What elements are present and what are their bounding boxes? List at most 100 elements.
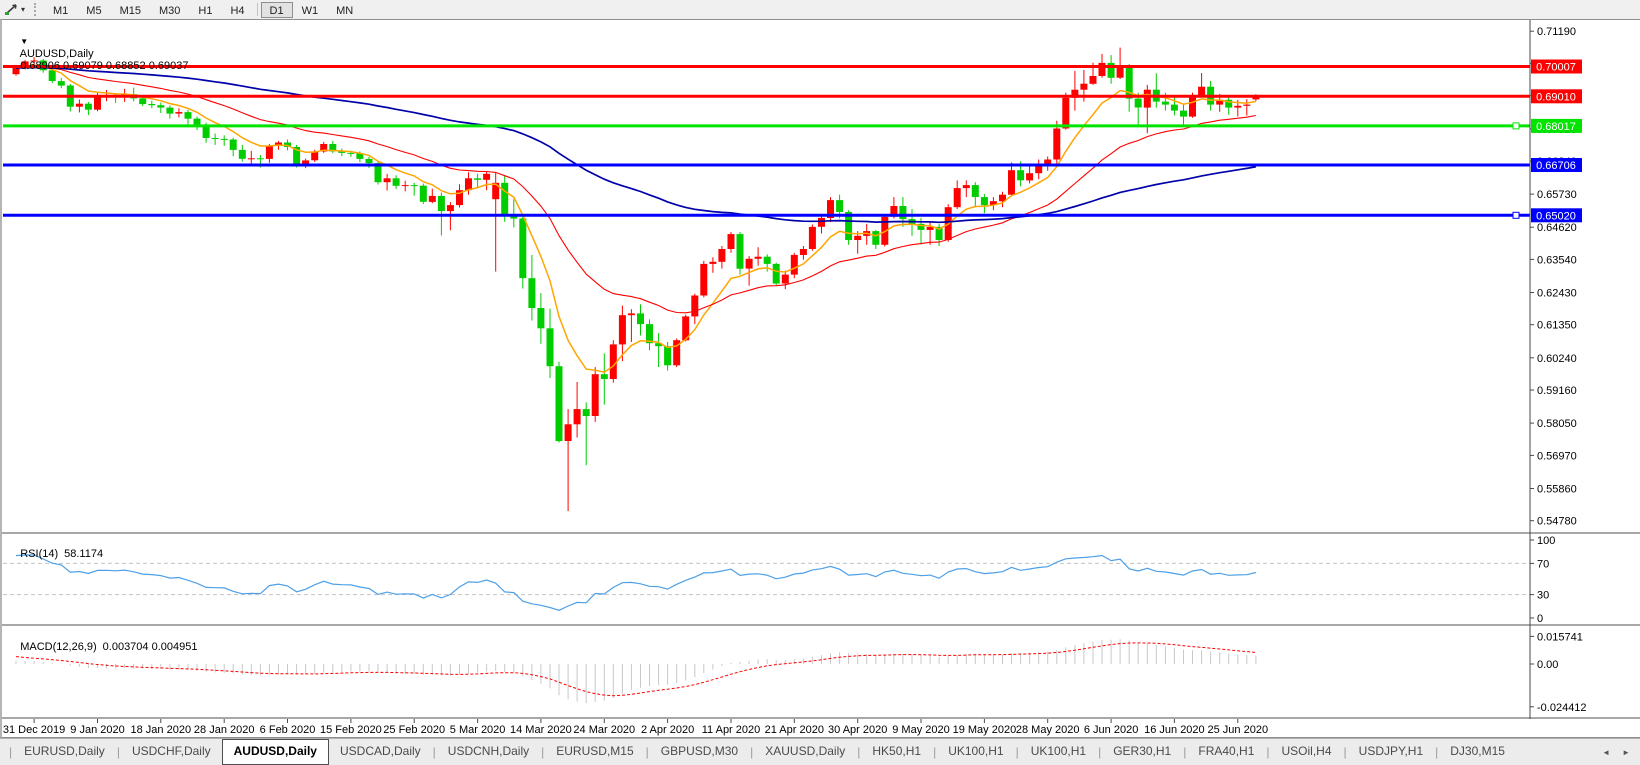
candle-body xyxy=(1062,97,1070,129)
price-axis[interactable]: 0.711900.701100.690300.679200.668400.657… xyxy=(1529,20,1587,719)
candle-body xyxy=(1008,170,1015,195)
chart-tab-USDCHF-Daily[interactable]: USDCHF,Daily xyxy=(121,739,222,765)
price-tick-label: 0.65730 xyxy=(1537,189,1577,201)
line-selection-handle[interactable] xyxy=(1512,211,1520,219)
candle-body xyxy=(953,188,961,208)
timeframe-button-D1[interactable]: D1 xyxy=(260,1,293,18)
chart-tab-GBPUSD-M30[interactable]: GBPUSD,M30 xyxy=(650,739,749,765)
tab-scroll-left-icon[interactable]: ◄ xyxy=(1602,748,1610,757)
candle-body xyxy=(211,138,219,139)
candle-body xyxy=(365,158,373,164)
rsi-tick-label: 0 xyxy=(1537,613,1543,625)
toolbar-grip[interactable] xyxy=(34,3,38,16)
date-label: 9 Jan 2020 xyxy=(70,724,124,736)
chart-tab-UK100-H1[interactable]: UK100,H1 xyxy=(1020,739,1097,765)
candle-body xyxy=(763,256,771,264)
one-click-trading-toggle[interactable]: ▼ xyxy=(20,37,28,46)
timeframe-button-M1[interactable]: M1 xyxy=(44,2,77,18)
candle-body xyxy=(727,234,735,249)
candle-body xyxy=(709,261,717,264)
candle-body xyxy=(1161,101,1169,105)
chart-tab-DJ30-M15[interactable]: DJ30,M15 xyxy=(1439,739,1516,765)
chevron-down-icon[interactable]: ▾ xyxy=(20,5,29,14)
candle-body xyxy=(1170,104,1178,111)
timeframe-button-W1[interactable]: W1 xyxy=(293,2,328,18)
macd-tick-label: 0.015741 xyxy=(1537,631,1583,643)
candle-body xyxy=(12,67,20,75)
time-axis[interactable]: 31 Dec 2019 9 Jan 2020 18 Jan 2020 28 Jan 2… xyxy=(3,719,1268,736)
candle-body xyxy=(627,313,635,316)
candle-body xyxy=(962,185,970,189)
candle-body xyxy=(175,112,183,114)
price-line-badge-label: 0.68017 xyxy=(1536,121,1576,133)
candle-body xyxy=(899,206,907,220)
chart-tab-USOil-H4[interactable]: USOil,H4 xyxy=(1271,739,1343,765)
price-line-badge-label: 0.65020 xyxy=(1536,210,1576,222)
chart-tab-EURUSD-Daily[interactable]: EURUSD,Daily xyxy=(13,739,116,765)
candle-body xyxy=(446,205,454,212)
date-label: 5 Mar 2020 xyxy=(450,724,506,736)
timeframe-button-M30[interactable]: M30 xyxy=(150,2,189,18)
chart-tab-EURUSD-M15[interactable]: EURUSD,M15 xyxy=(545,739,644,765)
candle-body xyxy=(1134,98,1142,108)
candle-body xyxy=(474,178,482,180)
candle-body xyxy=(546,328,554,367)
candle-body xyxy=(347,152,355,154)
candle-body xyxy=(637,313,644,325)
macd-tick-label: -0.024412 xyxy=(1537,702,1587,714)
chart-tab-FRA40-H1[interactable]: FRA40,H1 xyxy=(1187,739,1265,765)
chart-tab-GER30-H1[interactable]: GER30,H1 xyxy=(1102,739,1182,765)
candlesticks xyxy=(12,47,1260,512)
panel-separator[interactable] xyxy=(2,624,1640,626)
price-tick-label: 0.54780 xyxy=(1537,516,1577,528)
panel-separator[interactable] xyxy=(2,717,1640,719)
chart-tabbar: | EURUSD,Daily | USDCHF,Daily AUDUSD,Daily US… xyxy=(0,738,1640,765)
date-label: 11 Apr 2020 xyxy=(702,724,761,736)
candle-body xyxy=(1098,62,1106,76)
candle-body xyxy=(609,344,617,379)
tab-scroll-right-icon[interactable]: ► xyxy=(1622,748,1630,757)
candle-body xyxy=(618,315,626,345)
candle-body xyxy=(799,249,807,255)
date-label: 28 May 2020 xyxy=(1016,724,1080,736)
price-line-badge-label: 0.69010 xyxy=(1536,91,1576,103)
candle-body xyxy=(437,195,445,212)
chart-tab-UK100-H1[interactable]: UK100,H1 xyxy=(937,739,1014,765)
cursor-tool-icon[interactable] xyxy=(3,2,20,17)
candle-body xyxy=(555,366,563,442)
panel-separator[interactable] xyxy=(2,532,1640,534)
date-label: 30 Apr 2020 xyxy=(828,724,887,736)
candle-body xyxy=(1198,86,1206,96)
candle-body xyxy=(591,374,599,416)
candle-body xyxy=(401,185,409,187)
candle-body xyxy=(220,138,228,140)
timeframe-button-M5[interactable]: M5 xyxy=(77,2,110,18)
chart-tab-AUDUSD-Daily[interactable]: AUDUSD,Daily xyxy=(221,739,329,765)
candle-body xyxy=(419,185,427,202)
timeframe-button-MN[interactable]: MN xyxy=(327,2,362,18)
macd-tick-label: 0.00 xyxy=(1537,659,1558,671)
chart-tab-USDCNH-Daily[interactable]: USDCNH,Daily xyxy=(437,739,540,765)
chart-tab-HK50-H1[interactable]: HK50,H1 xyxy=(861,739,932,765)
candle-body xyxy=(1053,128,1061,160)
price-tick-label: 0.58050 xyxy=(1537,418,1577,430)
chart-tab-USDJPY-H1[interactable]: USDJPY,H1 xyxy=(1348,739,1434,765)
line-selection-handle[interactable] xyxy=(1512,122,1520,130)
candle-body xyxy=(1089,76,1097,84)
candle-body xyxy=(872,231,880,245)
candle-body xyxy=(528,278,536,308)
timeframe-button-H1[interactable]: H1 xyxy=(189,2,221,18)
candle-body xyxy=(57,81,65,86)
chart-tab-XAUUSD-Daily[interactable]: XAUUSD,Daily xyxy=(754,739,856,765)
timeframe-button-H4[interactable]: H4 xyxy=(221,2,253,18)
candle-body xyxy=(184,112,192,119)
candle-body xyxy=(854,235,862,240)
date-label: 28 Jan 2020 xyxy=(194,724,255,736)
candle-body xyxy=(48,70,56,81)
timeframe-button-M15[interactable]: M15 xyxy=(111,2,150,18)
candle-body xyxy=(501,182,509,216)
candle-body xyxy=(256,158,264,160)
candle-body xyxy=(1180,110,1187,117)
chart-canvas: 0.711900.701100.690300.679200.668400.657… xyxy=(2,20,1640,736)
chart-tab-USDCAD-Daily[interactable]: USDCAD,Daily xyxy=(329,739,432,765)
